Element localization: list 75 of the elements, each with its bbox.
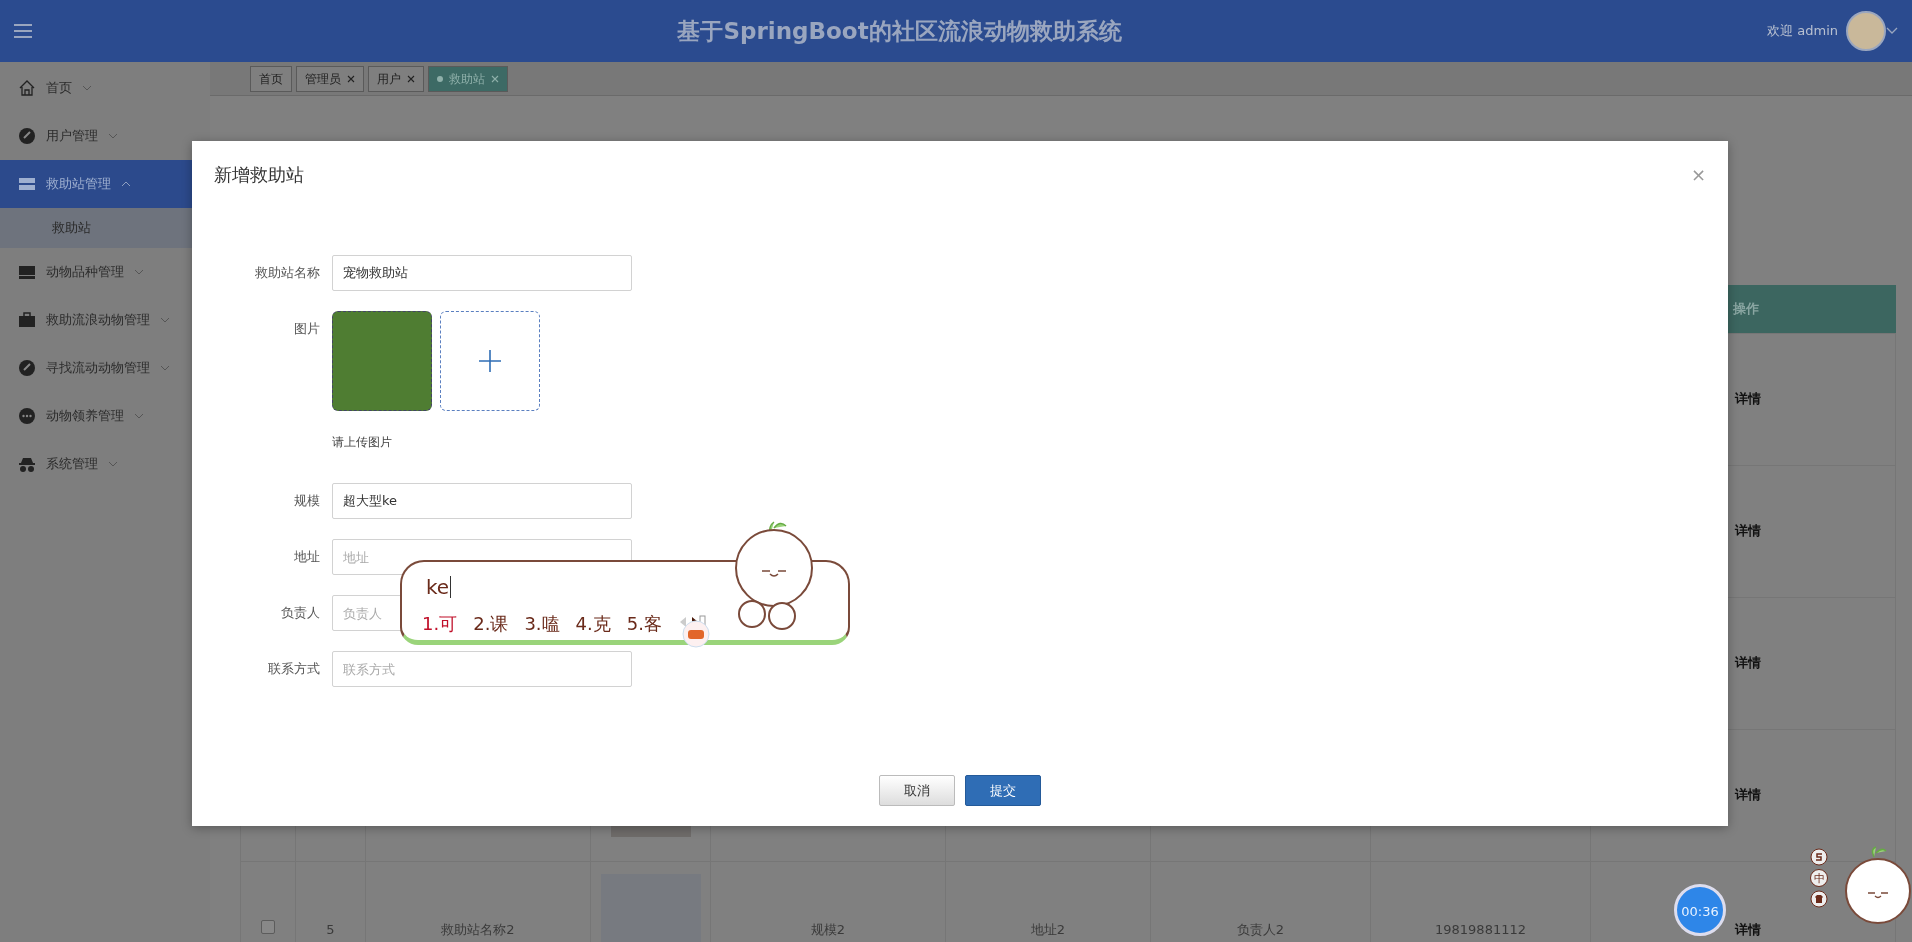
recording-timer: 00:36 — [1674, 884, 1726, 936]
dialog-title: 新增救助站 — [214, 163, 304, 187]
dot-icon — [437, 75, 443, 82]
tab[interactable]: 救助站 — [428, 65, 508, 92]
details-link[interactable]: 详情 — [1735, 787, 1761, 803]
input-field[interactable]: 超大型ke — [332, 483, 632, 519]
bars-icon — [18, 175, 36, 193]
ime-composition: ke — [426, 576, 452, 598]
chevron-down-icon — [160, 365, 170, 371]
chevron-down-icon — [134, 269, 144, 275]
sidebar-item[interactable]: 救助流浪动物管理 — [0, 296, 210, 344]
close-icon[interactable] — [407, 74, 415, 83]
table-cell: 负责人2 — [1236, 921, 1285, 937]
upload-box[interactable] — [440, 311, 540, 411]
sidebar-item[interactable]: 首页 — [0, 64, 210, 112]
ime-candidate[interactable]: 2.课 — [473, 614, 509, 634]
home-icon — [18, 79, 36, 97]
sidebar-item[interactable]: 用户管理 — [0, 112, 210, 160]
monitor-icon — [18, 263, 36, 281]
chevron-down-icon — [108, 133, 118, 139]
ime-logo-icon[interactable] — [1810, 848, 1828, 866]
table-cell: 5 — [326, 921, 335, 937]
chevron-down-icon — [82, 85, 92, 91]
sidebar-item[interactable]: 动物品种管理 — [0, 248, 210, 296]
chevron-down-icon — [108, 461, 118, 467]
ime-mode-toggle[interactable]: 中 — [1810, 869, 1828, 887]
close-button[interactable]: × — [1690, 161, 1706, 188]
table-cell: 19819881112 — [1435, 921, 1526, 937]
chevron-down-icon — [134, 413, 144, 419]
shirt-icon[interactable] — [1810, 890, 1828, 908]
welcome-text: 欢迎 admin — [1767, 22, 1838, 41]
field-label: 联系方式 — [267, 660, 321, 678]
ime-candidate[interactable]: 4.克 — [575, 614, 611, 634]
field-label: 地址 — [293, 548, 321, 566]
app-title: 基于SpringBoot的社区流浪动物救助系统 — [676, 16, 1123, 46]
sidebar-item[interactable]: 系统管理 — [0, 440, 210, 488]
ime-candidate[interactable]: 3.嗑 — [524, 614, 560, 634]
details-link[interactable]: 详情 — [1735, 921, 1761, 937]
details-link[interactable]: 详情 — [1735, 523, 1761, 539]
field-label: 负责人 — [280, 604, 321, 622]
dots-icon — [18, 407, 36, 425]
ime-candidate[interactable]: 5.客 — [626, 614, 662, 634]
close-icon[interactable] — [491, 74, 499, 83]
row-checkbox[interactable] — [261, 919, 275, 934]
tab[interactable]: 用户 — [368, 65, 424, 92]
input-field[interactable]: 联系方式 — [332, 651, 632, 687]
details-link[interactable]: 详情 — [1735, 655, 1761, 671]
mascot-badge-icon — [682, 620, 710, 648]
chevron-down-icon — [160, 317, 170, 323]
gauge-icon — [18, 359, 36, 377]
field-label: 图片 — [293, 320, 321, 338]
gauge-icon — [18, 127, 36, 145]
sidebar-item[interactable]: 动物领养管理 — [0, 392, 210, 440]
cancel-button[interactable]: 取消 — [879, 775, 955, 806]
close-icon[interactable] — [347, 74, 355, 83]
chevron-down-icon[interactable] — [1886, 27, 1898, 35]
table-cell: 救助站名称2 — [441, 921, 515, 937]
details-link[interactable]: 详情 — [1735, 391, 1761, 407]
plus-icon — [478, 349, 502, 373]
table-cell: 规模2 — [810, 921, 846, 937]
tab[interactable]: 首页 — [250, 65, 292, 92]
field-label: 救助站名称 — [254, 264, 321, 282]
field-label: 规模 — [293, 492, 321, 510]
chevron-up-icon — [121, 181, 131, 187]
menu-icon[interactable] — [14, 23, 32, 39]
upload-hint: 请上传图片 — [332, 434, 393, 451]
avatar[interactable] — [1846, 11, 1886, 51]
table-cell: 地址2 — [1030, 921, 1066, 937]
briefcase-icon — [18, 311, 36, 329]
ime-candidate[interactable]: 1.可 — [422, 614, 458, 634]
sidebar-item[interactable]: 寻找流动动物管理 — [0, 344, 210, 392]
submit-button[interactable]: 提交 — [965, 775, 1041, 806]
input-field[interactable]: 宠物救助站 — [332, 255, 632, 291]
incognito-icon — [18, 455, 36, 473]
tab[interactable]: 管理员 — [296, 65, 364, 92]
